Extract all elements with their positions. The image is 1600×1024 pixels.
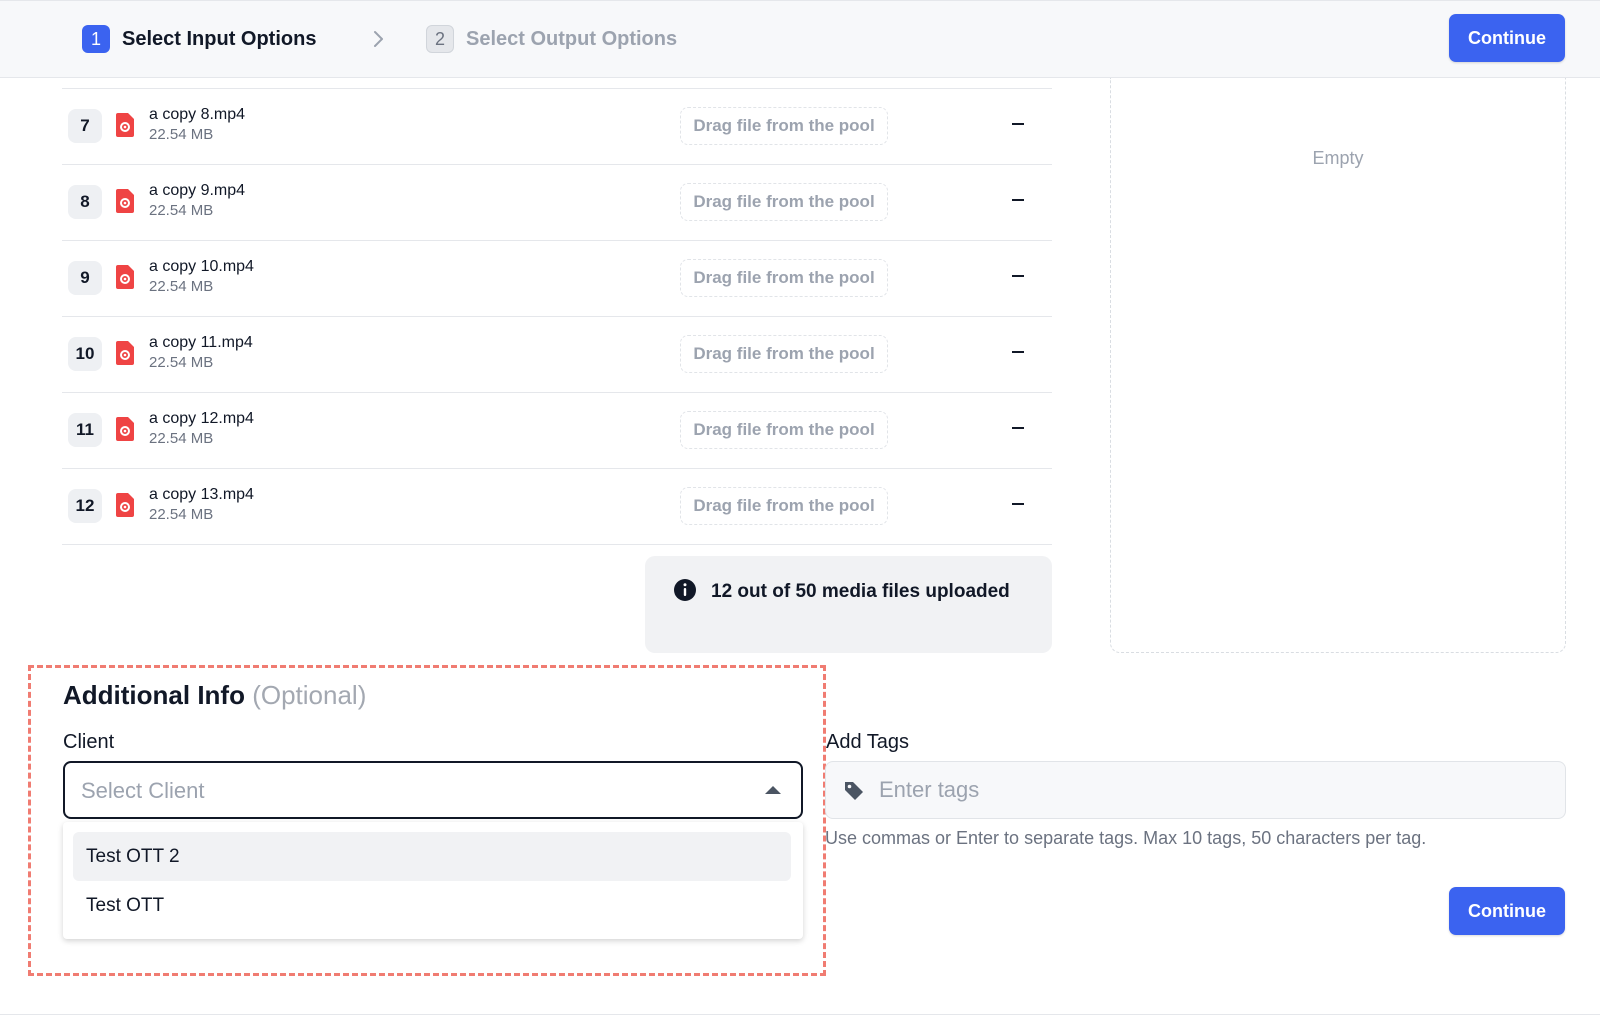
file-size: 22.54 MB	[149, 126, 214, 143]
add-tags-label: Add Tags	[826, 731, 910, 753]
tags-placeholder: Enter tags	[879, 777, 980, 802]
file-name: a copy 12.mp4	[149, 410, 254, 427]
video-file-icon	[116, 265, 134, 289]
additional-info-heading: Additional Info	[63, 680, 245, 710]
file-name: a copy 10.mp4	[149, 258, 254, 275]
continue-button-bottom[interactable]: Continue	[1449, 887, 1565, 935]
step-2[interactable]: 2 Select Output Options	[426, 25, 677, 53]
file-size: 22.54 MB	[149, 278, 214, 295]
upload-info-text: 12 out of 50 media files uploaded	[711, 581, 1010, 602]
drop-zone[interactable]: Drag file from the pool	[680, 183, 888, 221]
client-select[interactable]: Select Client	[63, 761, 803, 819]
drop-zone[interactable]: Drag file from the pool	[680, 259, 888, 297]
client-option-test-ott[interactable]: Test OTT	[73, 881, 791, 930]
video-file-icon	[116, 189, 134, 213]
drop-zone[interactable]: Drag file from the pool	[680, 107, 888, 145]
remove-file-icon[interactable]	[1012, 199, 1024, 201]
file-size: 22.54 MB	[149, 202, 214, 219]
file-row: 8 a copy 9.mp4 22.54 MB Drag file from t…	[62, 165, 1052, 241]
bottom-divider	[0, 1014, 1600, 1015]
tags-helper-text: Use commas or Enter to separate tags. Ma…	[825, 828, 1427, 848]
file-row: 11 a copy 12.mp4 22.54 MB Drag file from…	[62, 393, 1052, 469]
chevron-right-icon	[374, 31, 383, 47]
file-index: 8	[68, 185, 102, 219]
file-index: 7	[68, 109, 102, 143]
file-list: 7 a copy 8.mp4 22.54 MB Drag file from t…	[62, 88, 1052, 545]
client-select-placeholder: Select Client	[81, 778, 205, 803]
video-file-icon	[116, 113, 134, 137]
file-index: 12	[68, 489, 102, 523]
tags-input[interactable]: Enter tags	[825, 761, 1566, 819]
file-row: 10 a copy 11.mp4 22.54 MB Drag file from…	[62, 317, 1052, 393]
drop-zone[interactable]: Drag file from the pool	[680, 411, 888, 449]
file-size: 22.54 MB	[149, 430, 214, 447]
drop-zone[interactable]: Drag file from the pool	[680, 487, 888, 525]
remove-file-icon[interactable]	[1012, 123, 1024, 125]
file-name: a copy 11.mp4	[149, 334, 253, 351]
file-name: a copy 8.mp4	[149, 106, 246, 123]
client-option-test-ott-2[interactable]: Test OTT 2	[73, 832, 791, 881]
video-file-icon	[116, 417, 134, 441]
pool-empty-text: Empty	[1312, 148, 1364, 168]
caret-up-icon[interactable]	[765, 786, 781, 794]
client-dropdown-menu: Test OTT 2 Test OTT	[63, 822, 803, 939]
video-file-icon	[116, 493, 134, 517]
drop-zone[interactable]: Drag file from the pool	[680, 335, 888, 373]
video-file-icon	[116, 341, 134, 365]
step-1-label: Select Input Options	[122, 27, 317, 50]
stepper-header: 1 Select Input Options 2 Select Output O…	[0, 0, 1600, 78]
step-2-number: 2	[426, 25, 454, 53]
file-row: 7 a copy 8.mp4 22.54 MB Drag file from t…	[62, 89, 1052, 165]
step-2-label: Select Output Options	[466, 27, 678, 50]
upload-info-box: 12 out of 50 media files uploaded	[645, 556, 1052, 653]
file-name: a copy 9.mp4	[149, 182, 246, 199]
file-index: 10	[68, 337, 102, 371]
step-1-number: 1	[82, 25, 110, 53]
file-index: 11	[68, 413, 102, 447]
file-index: 9	[68, 261, 102, 295]
remove-file-icon[interactable]	[1012, 275, 1024, 277]
remove-file-icon[interactable]	[1012, 427, 1024, 429]
info-icon	[674, 579, 696, 601]
continue-button-top[interactable]: Continue	[1449, 14, 1565, 62]
optional-label: (Optional)	[252, 680, 367, 710]
remove-file-icon[interactable]	[1012, 351, 1024, 353]
file-size: 22.54 MB	[149, 506, 214, 523]
file-pool-panel[interactable]: Empty	[1110, 78, 1566, 653]
file-row: 12 a copy 13.mp4 22.54 MB Drag file from…	[62, 469, 1052, 545]
step-1[interactable]: 1 Select Input Options	[82, 25, 316, 53]
additional-info-title: Additional Info (Optional)	[63, 680, 366, 711]
remove-file-icon[interactable]	[1012, 503, 1024, 505]
file-row: 9 a copy 10.mp4 22.54 MB Drag file from …	[62, 241, 1052, 317]
tag-icon	[845, 782, 863, 800]
file-size: 22.54 MB	[149, 354, 214, 371]
client-label: Client	[63, 731, 115, 753]
file-name: a copy 13.mp4	[149, 486, 254, 503]
